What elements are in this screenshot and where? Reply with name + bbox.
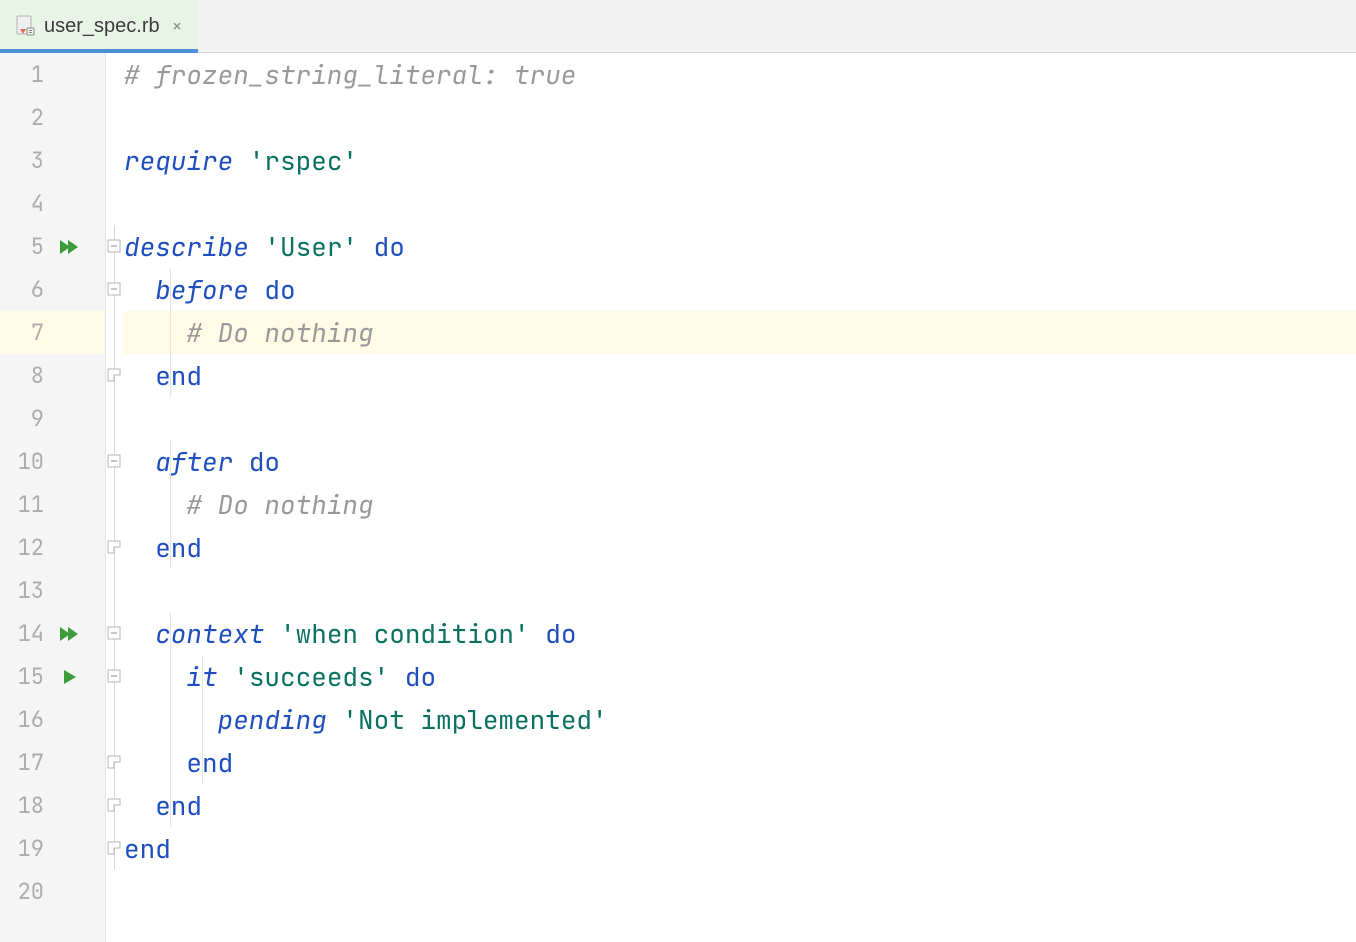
line-number: 16 [0,698,44,741]
line-number: 12 [0,526,44,569]
code-line: end [124,827,1356,870]
line-number: 3 [0,139,44,182]
code-line: end [124,526,1356,569]
code-area[interactable]: # frozen_string_literal: true require 'r… [124,53,1356,942]
line-number: 7 [0,311,44,354]
line-number: 20 [0,870,44,913]
tab-bar: user_spec.rb × [0,0,1356,53]
code-line: # frozen_string_literal: true [124,53,1356,96]
fold-open-icon[interactable] [107,239,121,253]
fold-close-icon[interactable] [107,841,121,855]
editor: 1 2 3 4 5 6 7 8 9 10 11 12 13 14 15 16 1… [0,53,1356,942]
code-line: before do [124,268,1356,311]
code-line: end [124,354,1356,397]
line-number: 4 [0,182,44,225]
tab-user-spec[interactable]: user_spec.rb × [0,0,198,52]
run-tests-icon[interactable] [50,624,90,644]
code-line: end [124,741,1356,784]
code-line: describe 'User' do [124,225,1356,268]
fold-open-icon[interactable] [107,669,121,683]
line-number: 1 [0,53,44,96]
code-line [124,569,1356,612]
code-line [124,397,1356,440]
fold-strip [105,53,124,942]
line-number: 5 [0,225,44,268]
code-line: it 'succeeds' do [124,655,1356,698]
run-tests-icon[interactable] [50,237,90,257]
fold-close-icon[interactable] [107,798,121,812]
fold-close-icon[interactable] [107,540,121,554]
line-number: 9 [0,397,44,440]
line-number: 10 [0,440,44,483]
code-line: # Do nothing [124,483,1356,526]
close-icon[interactable]: × [172,15,183,38]
ruby-file-icon [14,15,36,37]
line-number: 14 [0,612,44,655]
code-line [124,870,1356,913]
code-line: pending 'Not implemented' [124,698,1356,741]
line-number: 19 [0,827,44,870]
code-line [124,182,1356,225]
code-line: # Do nothing [124,311,1356,354]
line-number: 17 [0,741,44,784]
fold-open-icon[interactable] [107,626,121,640]
line-number: 11 [0,483,44,526]
code-line: after do [124,440,1356,483]
line-number: 15 [0,655,44,698]
fold-close-icon[interactable] [107,755,121,769]
line-number: 8 [0,354,44,397]
code-line [124,96,1356,139]
line-number: 6 [0,268,44,311]
code-line: end [124,784,1356,827]
line-number: 13 [0,569,44,612]
fold-open-icon[interactable] [107,454,121,468]
line-number: 2 [0,96,44,139]
code-line: context 'when condition' do [124,612,1356,655]
tab-filename: user_spec.rb [44,15,160,38]
line-number: 18 [0,784,44,827]
gutter: 1 2 3 4 5 6 7 8 9 10 11 12 13 14 15 16 1… [0,53,105,942]
code-line: require 'rspec' [124,139,1356,182]
run-test-icon[interactable] [50,667,90,687]
fold-open-icon[interactable] [107,282,121,296]
fold-close-icon[interactable] [107,368,121,382]
